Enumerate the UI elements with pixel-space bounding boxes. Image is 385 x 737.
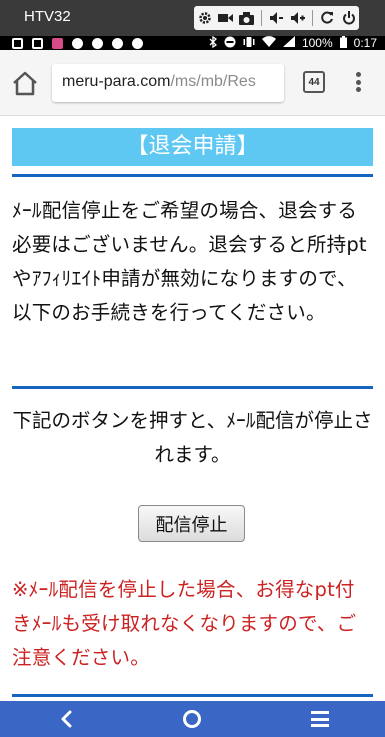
chrome-icon [132,37,143,49]
warning-text: ※ﾒｰﾙ配信を停止した場合、お得なpt付きﾒｰﾙも受け取れなくなりますので、ご注… [12,578,357,669]
system-indicators: 100% 0:17 [209,35,377,51]
settings-icon[interactable] [194,7,215,29]
overflow-menu-icon[interactable] [352,69,364,95]
volume-up-icon[interactable] [287,7,308,29]
menu-icon[interactable] [311,711,329,727]
url-domain: meru-para.com [62,73,171,90]
chrome-icon [72,37,83,49]
do-not-disturb-icon [224,36,236,51]
vibrate-icon [243,36,255,51]
chrome-icon [92,37,103,49]
divider [12,174,373,177]
bluetooth-icon [209,35,217,51]
notification-app-icon [52,37,63,49]
status-bar: 100% 0:17 [0,35,385,51]
notification-icons [12,36,143,50]
divider [12,386,373,389]
battery-icon [339,35,347,51]
camera-icon[interactable] [236,7,257,29]
back-icon[interactable] [58,710,76,728]
rotate-icon[interactable] [317,7,338,29]
home-circle-icon[interactable] [183,710,201,728]
notification-app-icon [32,37,43,49]
browser-toolbar: meru-para.com/ms/mb/Res 44 [0,50,385,116]
notification-app-icon [12,37,23,49]
emulator-title: HTV32 [24,8,71,25]
tab-switcher-button[interactable]: 44 [303,71,325,93]
instruction-text: 下記のボタンを押すと、ﾒｰﾙ配信が停止されます。 [12,409,373,466]
power-icon[interactable] [338,7,359,29]
volume-down-icon[interactable] [266,7,287,29]
divider [12,694,373,697]
url-path: /ms/mb/Res [170,73,256,90]
video-icon[interactable] [215,7,236,29]
signal-icon [282,36,295,50]
toolbar-divider [261,10,262,26]
clock: 0:17 [353,36,377,50]
page-title: 【退会申請】 [12,128,373,166]
battery-level: 100% [301,36,333,50]
wifi-icon [261,36,276,50]
stop-delivery-button[interactable]: 配信停止 [138,505,245,542]
chrome-icon [112,37,123,49]
home-icon[interactable] [10,69,40,97]
navigation-bar [0,701,385,737]
emulator-toolbar [194,6,359,30]
emulator-title-bar: HTV32 [0,0,385,36]
intro-text: ﾒｰﾙ配信停止をご希望の場合、退会する必要はございません。退会すると所持ptやｱ… [12,199,367,324]
address-bar[interactable]: meru-para.com/ms/mb/Res [52,64,284,102]
toolbar-divider [312,10,313,26]
